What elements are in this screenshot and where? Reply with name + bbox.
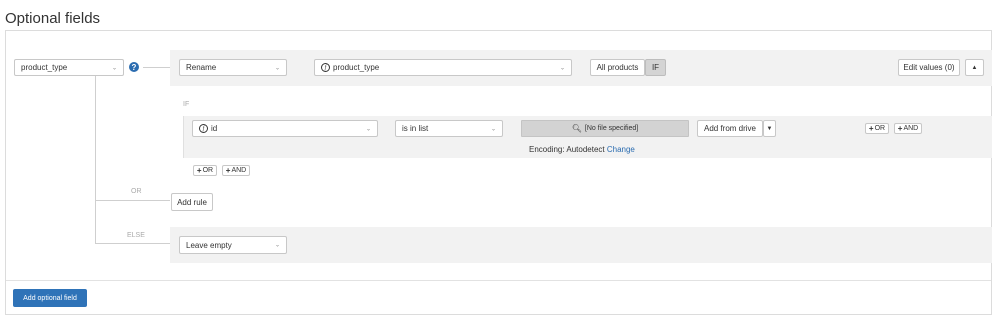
tree-line-or	[95, 200, 170, 201]
chevron-up-icon: ▲	[971, 64, 978, 71]
rule-and-button[interactable]: + AND	[222, 165, 250, 176]
footer-divider	[6, 280, 991, 281]
else-row	[170, 227, 992, 263]
else-value-select[interactable]: Leave empty ⌄	[179, 236, 287, 254]
operator-select[interactable]: is in list ⌄	[395, 120, 503, 137]
file-chooser[interactable]: 🔍︎ [No file specified]	[521, 120, 689, 137]
rule-or-button[interactable]: + OR	[193, 165, 217, 176]
all-products-button[interactable]: All products	[590, 59, 645, 76]
edit-values-button[interactable]: Edit values (0)	[898, 59, 960, 76]
else-value: Leave empty	[186, 240, 232, 250]
or-branch-label: OR	[131, 188, 142, 195]
tree-line-vertical	[95, 75, 96, 243]
chevron-down-icon: ⌄	[274, 65, 280, 71]
page-title: Optional fields	[5, 10, 101, 27]
if-toggle-button[interactable]: IF	[645, 59, 666, 76]
source-field-select[interactable]: f product_type ⌄	[314, 59, 572, 76]
source-field-value: product_type	[333, 63, 380, 72]
tree-line-else	[95, 243, 170, 244]
collapse-button[interactable]: ▲	[965, 59, 984, 76]
field-select-value: product_type	[21, 63, 68, 72]
chevron-down-icon: ⌄	[559, 65, 565, 71]
operator-value: is in list	[402, 124, 429, 133]
chevron-down-icon: ⌄	[274, 242, 280, 249]
plus-icon: +	[196, 166, 202, 175]
add-rule-button[interactable]: Add rule	[171, 193, 213, 211]
add-optional-field-button[interactable]: Add optional field	[13, 289, 87, 307]
search-icon: 🔍︎	[571, 124, 582, 133]
chevron-down-icon: ⌄	[365, 126, 371, 132]
function-icon: f	[321, 63, 330, 72]
plus-icon: +	[897, 124, 903, 133]
mapping-mode-select[interactable]: Rename ⌄	[179, 59, 287, 76]
encoding-info: Encoding: Autodetect Change	[529, 145, 635, 154]
caret-down-icon: ▼	[766, 125, 773, 132]
change-encoding-link[interactable]: Change	[607, 145, 635, 154]
tree-line-top	[143, 67, 170, 68]
add-from-drive-button[interactable]: Add from drive	[697, 120, 763, 137]
plus-icon: +	[225, 166, 231, 175]
condition-field-select[interactable]: f id ⌄	[192, 120, 378, 137]
chevron-down-icon: ⌄	[111, 65, 117, 71]
file-chooser-label: [No file specified]	[584, 125, 639, 132]
plus-icon: +	[868, 124, 874, 133]
question-circle-icon[interactable]: ?	[129, 62, 139, 72]
encoding-label: Encoding: Autodetect	[529, 145, 605, 154]
function-icon: f	[199, 124, 208, 133]
else-branch-label: ELSE	[127, 232, 145, 239]
condition-or-button[interactable]: + OR	[865, 123, 889, 134]
chevron-down-icon: ⌄	[490, 126, 496, 132]
mapping-row	[170, 50, 992, 86]
if-section-label: IF	[183, 101, 190, 108]
condition-line	[183, 116, 184, 158]
add-from-drive-dropdown[interactable]: ▼	[763, 120, 776, 137]
field-select[interactable]: product_type ⌄	[14, 59, 124, 76]
condition-field-value: id	[211, 124, 218, 133]
mapping-mode-value: Rename	[186, 63, 217, 72]
condition-and-button[interactable]: + AND	[894, 123, 922, 134]
